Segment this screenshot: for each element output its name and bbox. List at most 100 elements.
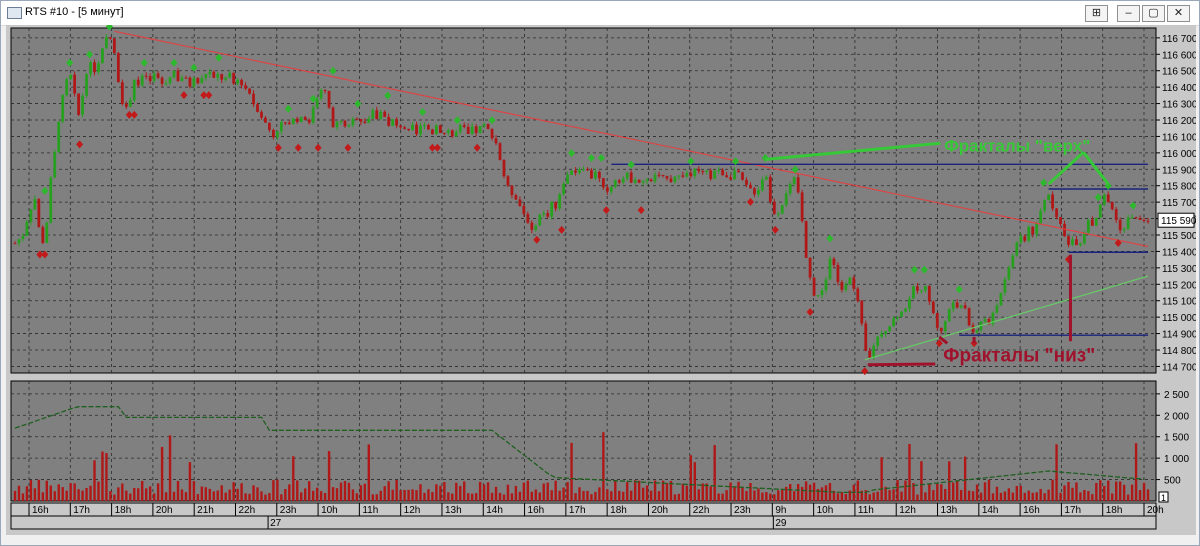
volume-bar [184,492,188,501]
volume-bar [570,442,573,501]
volume-bar [955,480,959,501]
candle-body [438,125,442,133]
price-tick-label: 115 200 [1162,280,1196,291]
title-bar[interactable]: RTS #10 - [5 минут] ⊞ – ▢ ✕ [1,1,1199,26]
time-tick-label: 22h [693,505,710,516]
volume-bar [1019,485,1022,501]
volume-bar [781,489,784,501]
volume-bar [57,484,60,501]
volume-bar [800,486,804,501]
candle-body [764,176,768,180]
candle-body [923,285,927,291]
volume-bar [626,482,629,501]
candle-body [216,74,220,78]
candle-body [124,103,128,107]
volume-bar [224,492,227,501]
candle-body [788,183,792,194]
candle-body [669,178,673,183]
candle-body [367,118,371,123]
candle-body [1122,229,1126,231]
time-tick-label: 17h [1064,505,1081,516]
restore-button[interactable]: ▢ [1142,5,1165,22]
candle-body [168,77,172,84]
candle-body [832,258,836,266]
candle-body [462,125,466,127]
volume-bar [482,484,486,501]
volume-bar [188,462,192,501]
candle-body [574,170,577,173]
candle-body [896,316,899,319]
candle-body [474,126,478,134]
candle-body [347,125,351,127]
volume-bar [1087,491,1090,501]
candle-body [617,180,621,183]
price-tick-label: 114 700 [1162,362,1196,373]
candle-body [279,122,283,132]
volume-bar [296,480,299,501]
volume-bar [900,491,903,501]
volume-bar [148,486,152,501]
volume-bar [29,480,33,501]
volume-bar [176,480,180,501]
candle-body [176,70,180,81]
volume-bar [1043,493,1046,501]
volume-bar [633,480,637,501]
candle-body [1142,219,1146,221]
price-tick-label: 115 500 [1162,231,1196,242]
candle-body [383,111,387,118]
volume-bar [77,489,80,501]
candle-body [733,170,736,180]
candle-body [677,175,681,177]
volume-bar [550,490,553,501]
candle-body [303,116,307,120]
volume-bar [844,494,848,501]
candle-body [796,177,800,193]
candle-body [514,195,518,200]
volume-bar [216,490,219,501]
candle-body [927,285,931,302]
candle-body [442,132,446,134]
volume-bar [888,490,891,501]
volume-bar [657,491,661,501]
chart-window: RTS #10 - [5 минут] ⊞ – ▢ ✕ Фракталы "ве… [0,0,1200,546]
candle-body [601,178,605,188]
time-tick-label: 13h [941,505,958,516]
volume-bar [1142,482,1146,501]
minimize-button[interactable]: – [1117,5,1140,22]
volume-bar [1091,494,1094,501]
volume-bar [506,484,510,501]
volume-bar [717,493,720,501]
volume-bar [777,490,780,501]
volume-bar [562,487,565,501]
pin-button[interactable]: ⊞ [1085,5,1108,22]
volume-bar [514,485,518,501]
candle-body [57,121,61,152]
price-volume-chart[interactable]: Фракталы "верх"Фракталы "низ" 116 700116… [6,22,1198,535]
volume-bar [25,486,29,501]
volume-bar [156,483,160,501]
candle-body [1027,226,1031,241]
volume-bar [745,491,748,501]
volume-bar [1055,444,1058,501]
close-button[interactable]: ✕ [1167,5,1190,22]
volume-bar [307,481,311,501]
volume-bar [375,494,378,501]
candle-body [709,170,713,179]
candle-body [351,118,355,126]
candle-body [25,221,29,236]
volume-bar [260,491,263,501]
candle-body [947,309,951,322]
volume-bar [351,489,355,501]
volume-bar [300,492,303,501]
volume-bar [876,491,879,501]
candle-body [828,258,832,280]
volume-bar [622,491,625,501]
candle-body [820,290,824,296]
volume-bar [363,483,367,501]
volume-bar [37,479,41,501]
candle-body [494,138,498,144]
volume-bar [33,488,37,501]
candle-body [391,119,395,126]
volume-bar [586,490,589,501]
volume-bar [641,487,645,501]
